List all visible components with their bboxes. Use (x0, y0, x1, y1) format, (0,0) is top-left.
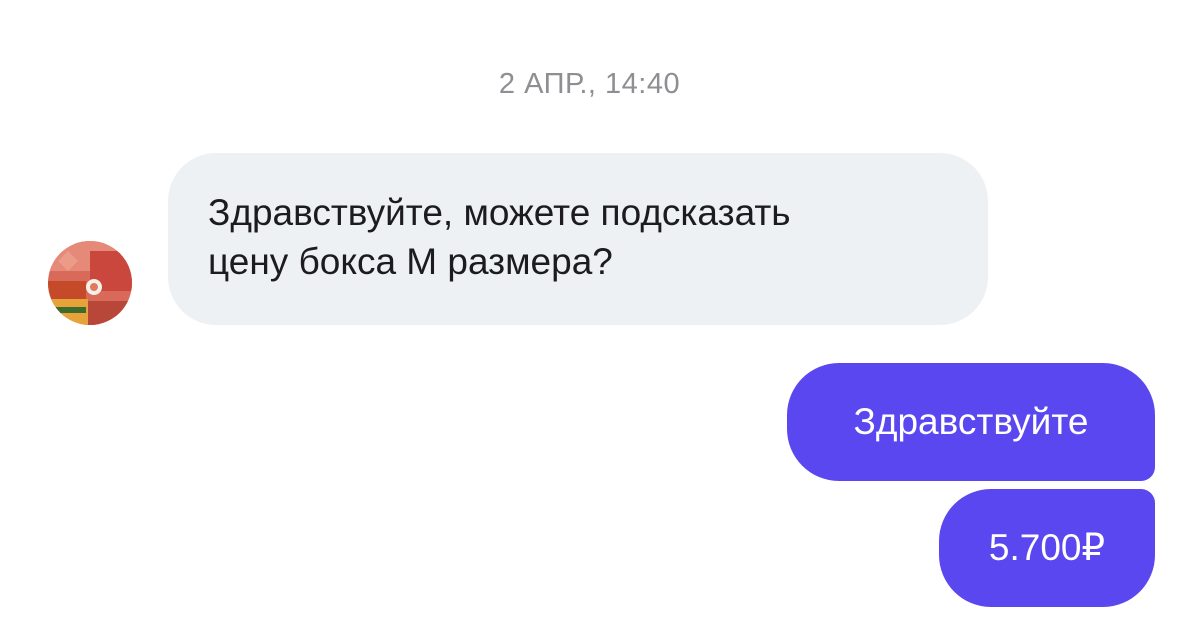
avatar-image (48, 241, 132, 325)
incoming-message-line: цену бокса М размера? (208, 241, 613, 282)
outgoing-message-bubble[interactable]: 5.700₽ (939, 489, 1155, 607)
incoming-message-bubble[interactable]: Здравствуйте, можете подсказать цену бок… (168, 153, 988, 325)
outgoing-message-bubble[interactable]: Здравствуйте (787, 363, 1155, 481)
outgoing-message-text: 5.700₽ (988, 527, 1106, 568)
outgoing-message-text: Здравствуйте (853, 401, 1089, 442)
contact-avatar[interactable] (48, 241, 132, 325)
date-separator: 2 АПР., 14:40 (498, 68, 681, 100)
incoming-message-line: Здравствуйте, можете подсказать (208, 192, 791, 233)
